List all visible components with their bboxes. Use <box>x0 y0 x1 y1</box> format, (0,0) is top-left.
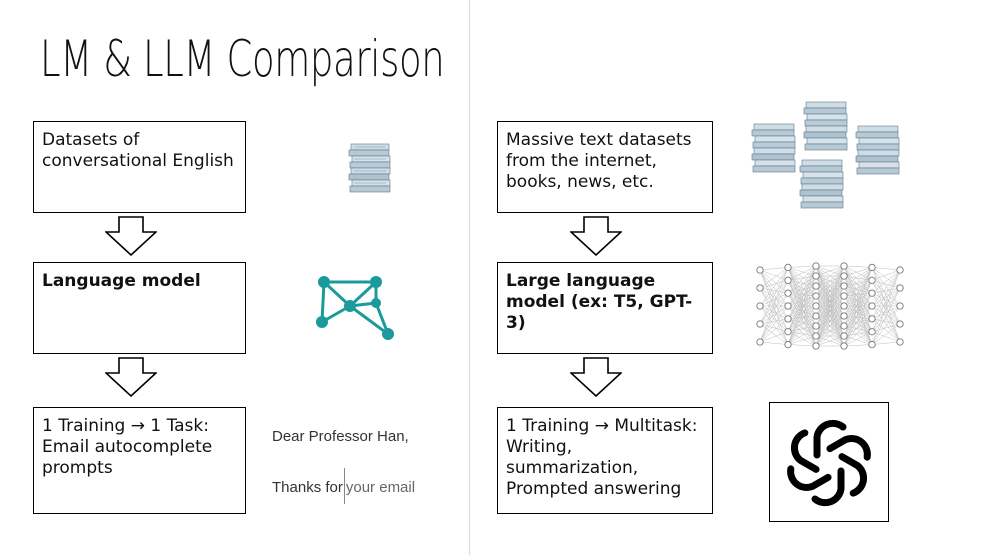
right-task-text: 1 Training → Multitask: Writing, summari… <box>506 416 698 499</box>
right-dataset-box: Massive text datasets from the internet,… <box>497 121 713 213</box>
right-model-box: Large language model (ex: T5, GPT-3) <box>497 262 713 354</box>
right-task-box: 1 Training → Multitask: Writing, summari… <box>497 407 713 514</box>
down-arrow-icon <box>105 357 157 397</box>
slide-title: LM & LLM Comparison <box>40 30 445 88</box>
down-arrow-icon <box>570 216 622 256</box>
openai-logo-box <box>769 402 889 522</box>
email-typed-text: Thanks for <box>272 478 343 496</box>
text-cursor <box>343 468 345 504</box>
down-arrow-icon <box>105 216 157 256</box>
right-dataset-text: Massive text datasets from the internet,… <box>506 130 692 192</box>
email-autocomplete-line: Thanks for your email <box>272 468 416 506</box>
column-divider <box>469 0 470 555</box>
left-dataset-text: Datasets of conversational English <box>42 130 234 171</box>
email-greeting: Dear Professor Han, <box>272 428 409 445</box>
left-model-box: Language model <box>33 262 246 354</box>
left-task-box: 1 Training → 1 Task: Email autocomplete … <box>33 407 246 514</box>
left-model-text: Language model <box>42 271 201 291</box>
down-arrow-icon <box>570 357 622 397</box>
network-graph-icon <box>316 276 394 340</box>
left-dataset-box: Datasets of conversational English <box>33 121 246 213</box>
paper-stacks-icon <box>751 101 900 209</box>
left-task-text: 1 Training → 1 Task: Email autocomplete … <box>42 416 213 478</box>
paper-stack-icon <box>348 143 391 193</box>
right-model-text: Large language model (ex: T5, GPT-3) <box>506 271 693 333</box>
openai-logo-icon <box>770 419 888 521</box>
email-suggestion-text: your email <box>345 478 416 496</box>
neural-network-icon <box>756 262 904 350</box>
